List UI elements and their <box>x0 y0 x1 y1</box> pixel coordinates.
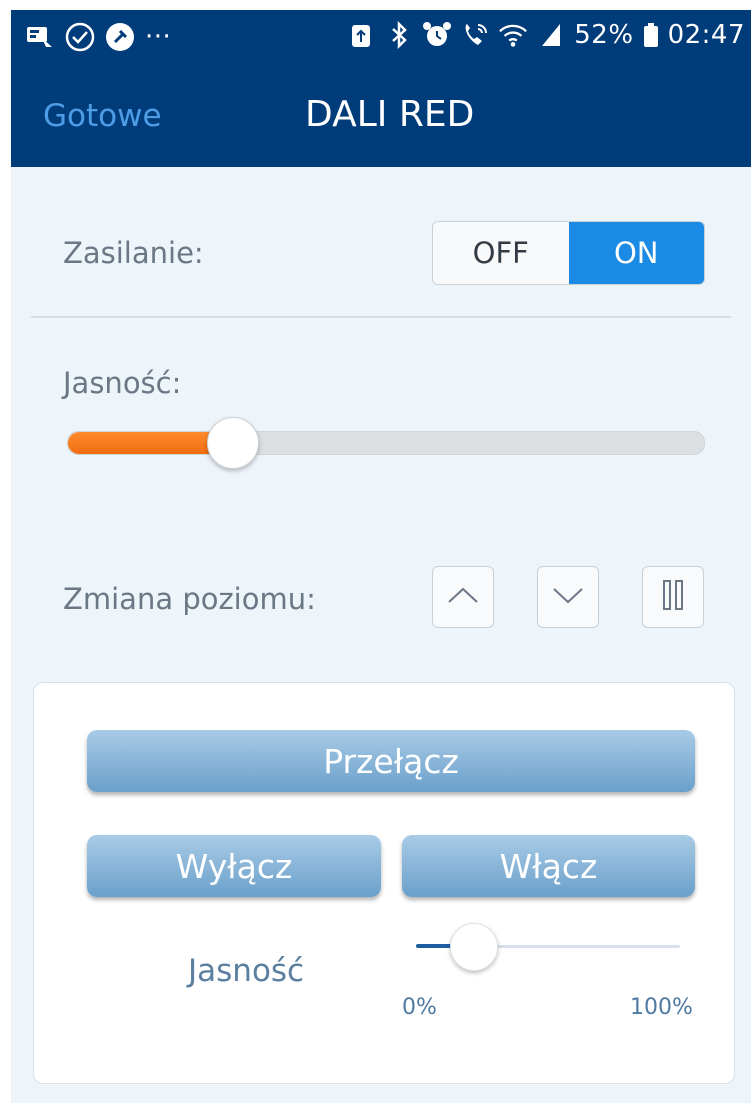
toggle-button[interactable]: Przełącz <box>87 730 695 792</box>
level-up-button[interactable] <box>432 566 494 628</box>
alarm-icon <box>422 20 452 50</box>
power-off-button[interactable]: OFF <box>433 222 569 284</box>
pause-icon <box>659 578 687 616</box>
bluetooth-icon <box>384 20 414 50</box>
chevron-down-icon <box>551 585 585 609</box>
level-stop-button[interactable] <box>642 566 704 628</box>
panel-brightness-slider-thumb[interactable] <box>450 923 498 971</box>
more-dots-icon: ··· <box>145 22 172 52</box>
app-screen: ··· 52% 02:47 Gotowe DALI RED Zasilanie:… <box>11 10 751 1103</box>
pin-icon <box>105 22 135 52</box>
top-bar: ··· 52% 02:47 Gotowe DALI RED <box>11 10 751 167</box>
brightness-slider-track[interactable] <box>67 431 705 455</box>
divider <box>31 316 731 318</box>
brightness-slider-thumb[interactable] <box>207 417 259 469</box>
slider-max-label: 100% <box>630 995 693 1020</box>
power-on-button[interactable]: ON <box>568 222 704 284</box>
status-bar: ··· 52% 02:47 <box>11 10 751 62</box>
power-toggle[interactable]: OFF ON <box>432 221 705 285</box>
status-bar-right: 52% 02:47 <box>346 20 745 50</box>
level-change-label: Zmiana poziomu: <box>63 582 316 616</box>
level-down-button[interactable] <box>537 566 599 628</box>
done-button[interactable]: Gotowe <box>43 98 162 134</box>
page-title: DALI RED <box>305 94 475 135</box>
status-bar-left: ··· <box>25 22 171 52</box>
turn-off-button[interactable]: Wyłącz <box>87 835 381 897</box>
wifi-icon <box>498 20 528 50</box>
battery-saver-icon <box>346 20 376 50</box>
check-circle-icon <box>65 22 95 52</box>
brightness-label: Jasność: <box>63 366 182 400</box>
wifi-call-icon <box>460 20 490 50</box>
power-label: Zasilanie: <box>63 236 204 270</box>
panel-brightness-label: Jasność <box>188 953 305 989</box>
screen-cast-icon <box>25 22 55 52</box>
signal-icon <box>536 20 566 50</box>
turn-on-button[interactable]: Włącz <box>402 835 695 897</box>
clock: 02:47 <box>667 20 745 50</box>
chevron-up-icon <box>446 585 480 609</box>
slider-min-label: 0% <box>402 995 437 1020</box>
control-panel: Przełącz Wyłącz Włącz Jasność 0% 100% <box>33 682 735 1084</box>
battery-percent: 52% <box>574 20 634 50</box>
battery-icon <box>642 20 660 50</box>
